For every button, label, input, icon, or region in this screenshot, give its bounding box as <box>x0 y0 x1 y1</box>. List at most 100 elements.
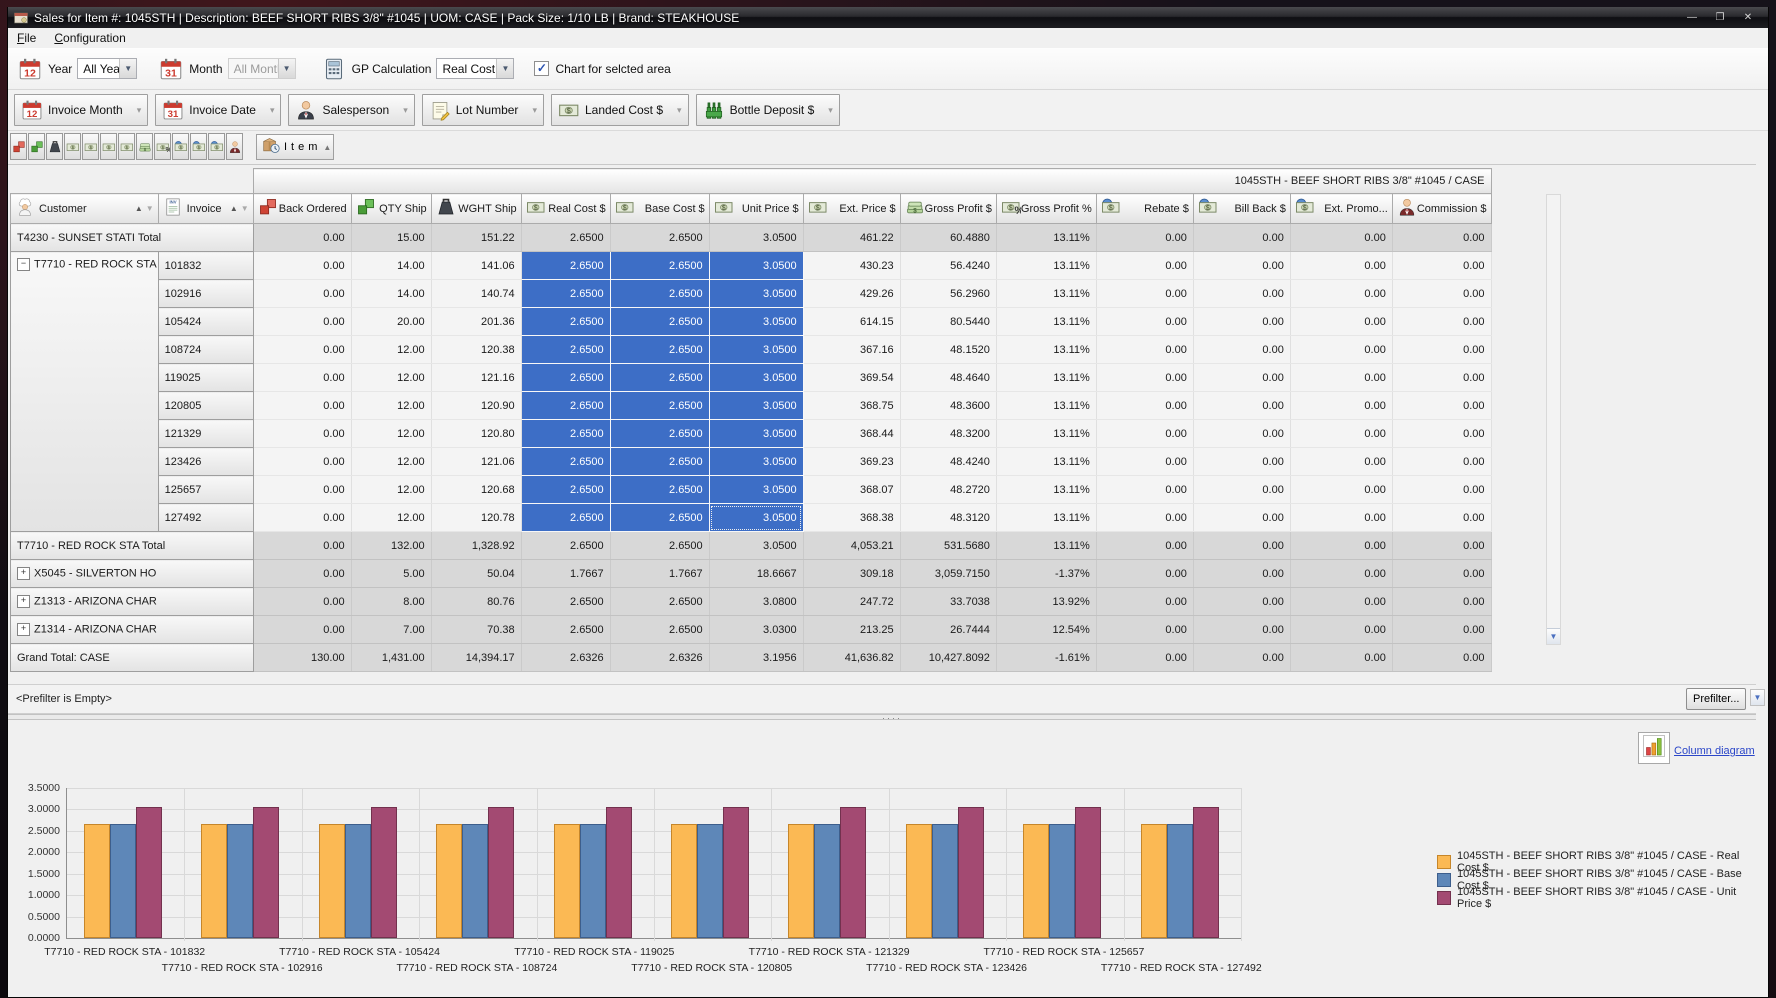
grid-cell[interactable]: 12.00 <box>351 336 431 364</box>
grid-cell[interactable]: 20.00 <box>351 308 431 336</box>
grid-cell[interactable]: 0.00 <box>1193 532 1290 560</box>
item-field-button[interactable]: Item ▲ <box>256 134 334 160</box>
grid-cell[interactable]: 2.6500 <box>521 308 610 336</box>
grid-cell[interactable]: 0.00 <box>1290 448 1392 476</box>
grid-cell[interactable]: 0.00 <box>1096 560 1193 588</box>
grid-cell[interactable]: 0.00 <box>1193 280 1290 308</box>
grid-cell[interactable]: 18.6667 <box>709 560 803 588</box>
mini-button-money-blue-icon[interactable]: $ <box>208 133 225 160</box>
grid-cell[interactable]: 2.6500 <box>521 588 610 616</box>
menu-file[interactable]: File <box>8 29 45 47</box>
grid-cell[interactable]: 0.00 <box>1392 252 1491 280</box>
grid-cell[interactable]: 0.00 <box>1096 616 1193 644</box>
grid-cell[interactable]: 48.3200 <box>900 420 996 448</box>
grid-cell[interactable]: 614.15 <box>803 308 900 336</box>
grid-cell[interactable]: 2.6500 <box>521 224 610 252</box>
grid-cell[interactable]: 80.5440 <box>900 308 996 336</box>
grid-cell[interactable]: 368.44 <box>803 420 900 448</box>
grid-cell[interactable]: 3.0500 <box>709 420 803 448</box>
mini-button-money-icon[interactable]: $ <box>82 133 99 160</box>
grid-cell[interactable]: 12.00 <box>351 364 431 392</box>
grid-cell[interactable]: 70.38 <box>431 616 521 644</box>
expand-plus-icon[interactable]: + <box>17 623 30 636</box>
filter-button-bottle-deposit[interactable]: Bottle Deposit $▾ <box>696 94 840 126</box>
grid-cell[interactable]: 120.78 <box>431 504 521 532</box>
grid-cell[interactable]: 2.6500 <box>521 392 610 420</box>
prefilter-button[interactable]: Prefilter... <box>1686 688 1746 710</box>
column-header-ext-promo[interactable]: $Ext. Promo... <box>1290 194 1392 224</box>
grid-cell[interactable]: 0.00 <box>1193 336 1290 364</box>
grid-cell[interactable]: 0.00 <box>1392 616 1491 644</box>
filter-button-invoice-date[interactable]: 31Invoice Date▾ <box>155 94 281 126</box>
grid-cell[interactable]: 368.75 <box>803 392 900 420</box>
grid-cell[interactable]: 12.00 <box>351 504 431 532</box>
grid-cell[interactable]: 10,427.8092 <box>900 644 996 672</box>
grid-cell[interactable]: 0.00 <box>1290 560 1392 588</box>
grid-cell[interactable]: 2.6500 <box>610 308 709 336</box>
column-header-ext-price[interactable]: $Ext. Price $ <box>803 194 900 224</box>
grid-cell[interactable]: 2.6500 <box>610 224 709 252</box>
filter-button-invoice-month[interactable]: 12Invoice Month▾ <box>14 94 148 126</box>
grid-cell[interactable]: -1.61% <box>996 644 1096 672</box>
grid-cell[interactable]: 1,431.00 <box>351 644 431 672</box>
grid-cell[interactable]: 14,394.17 <box>431 644 521 672</box>
grid-cell[interactable]: 0.00 <box>1096 588 1193 616</box>
filter-button-salesperson[interactable]: Salesperson▾ <box>288 94 414 126</box>
grid-cell[interactable]: 151.22 <box>431 224 521 252</box>
grid-cell[interactable]: 2.6500 <box>610 448 709 476</box>
grid-cell[interactable]: 13.11% <box>996 308 1096 336</box>
grid-cell[interactable]: 14.00 <box>351 252 431 280</box>
grid-cell[interactable]: 0.00 <box>1193 560 1290 588</box>
grid-cell[interactable]: 48.1520 <box>900 336 996 364</box>
grid-cell[interactable]: 2.6500 <box>610 504 709 532</box>
grid-cell[interactable]: 0.00 <box>1392 224 1491 252</box>
grid-cell[interactable]: 0.00 <box>1096 224 1193 252</box>
grid-cell[interactable]: 2.6500 <box>521 280 610 308</box>
grid-cell[interactable]: 0.00 <box>1290 588 1392 616</box>
grid-cell[interactable]: 13.11% <box>996 420 1096 448</box>
grid-cell[interactable]: 2.6500 <box>521 252 610 280</box>
column-header-qty-ship[interactable]: QTY Ship <box>351 194 431 224</box>
panel-scroll-down-icon[interactable]: ▼ <box>1750 689 1765 706</box>
grid-cell[interactable]: 0.00 <box>1392 532 1491 560</box>
grid-cell[interactable]: 0.00 <box>1290 364 1392 392</box>
grid-cell[interactable]: 0.00 <box>1290 392 1392 420</box>
grid-cell[interactable]: 130.00 <box>253 644 351 672</box>
grid-cell[interactable]: 14.00 <box>351 280 431 308</box>
grid-cell[interactable]: 0.00 <box>1193 448 1290 476</box>
invoice-cell[interactable]: 119025 <box>158 364 253 392</box>
grid-cell[interactable]: 0.00 <box>1290 420 1392 448</box>
grid-cell[interactable]: 13.11% <box>996 476 1096 504</box>
customer-cell[interactable]: T7710 - RED ROCK STA Total <box>11 532 254 560</box>
grid-cell[interactable]: 3.0500 <box>709 504 803 532</box>
data-area-header[interactable]: 1045STH - BEEF SHORT RIBS 3/8" #1045 / C… <box>253 169 1491 194</box>
grid-cell[interactable]: 2.6500 <box>610 392 709 420</box>
grid-cell[interactable]: 0.00 <box>253 280 351 308</box>
grid-cell[interactable]: 2.6500 <box>610 532 709 560</box>
grid-cell[interactable]: 0.00 <box>1193 476 1290 504</box>
grid-cell[interactable]: 12.54% <box>996 616 1096 644</box>
grid-cell[interactable]: 3.0800 <box>709 588 803 616</box>
grid-cell[interactable]: 80.76 <box>431 588 521 616</box>
grid-cell[interactable]: 0.00 <box>1290 252 1392 280</box>
column-header-unit-price[interactable]: $Unit Price $ <box>709 194 803 224</box>
invoice-cell[interactable]: 101832 <box>158 252 253 280</box>
column-header-bill-back[interactable]: $Bill Back $ <box>1193 194 1290 224</box>
grid-cell[interactable]: 13.11% <box>996 364 1096 392</box>
customer-cell[interactable]: +Z1313 - ARIZONA CHAR <box>11 588 254 616</box>
grid-cell[interactable]: 26.7444 <box>900 616 996 644</box>
grid-cell[interactable]: 0.00 <box>1392 280 1491 308</box>
filter-dropdown-icon[interactable]: ▼ <box>146 204 154 213</box>
grid-cell[interactable]: 2.6500 <box>521 448 610 476</box>
filter-button-landed-cost[interactable]: $Landed Cost $▾ <box>551 94 689 126</box>
invoice-cell[interactable]: 123426 <box>158 448 253 476</box>
grid-cell[interactable]: 0.00 <box>1392 392 1491 420</box>
grid-cell[interactable]: 1.7667 <box>521 560 610 588</box>
grid-cell[interactable]: 0.00 <box>1193 364 1290 392</box>
grid-cell[interactable]: 2.6500 <box>610 364 709 392</box>
grid-cell[interactable]: 0.00 <box>1392 588 1491 616</box>
grid-cell[interactable]: 4,053.21 <box>803 532 900 560</box>
column-header-gross-profit[interactable]: $%Gross Profit % <box>996 194 1096 224</box>
grid-cell[interactable]: 121.06 <box>431 448 521 476</box>
grid-cell[interactable]: 12.00 <box>351 448 431 476</box>
